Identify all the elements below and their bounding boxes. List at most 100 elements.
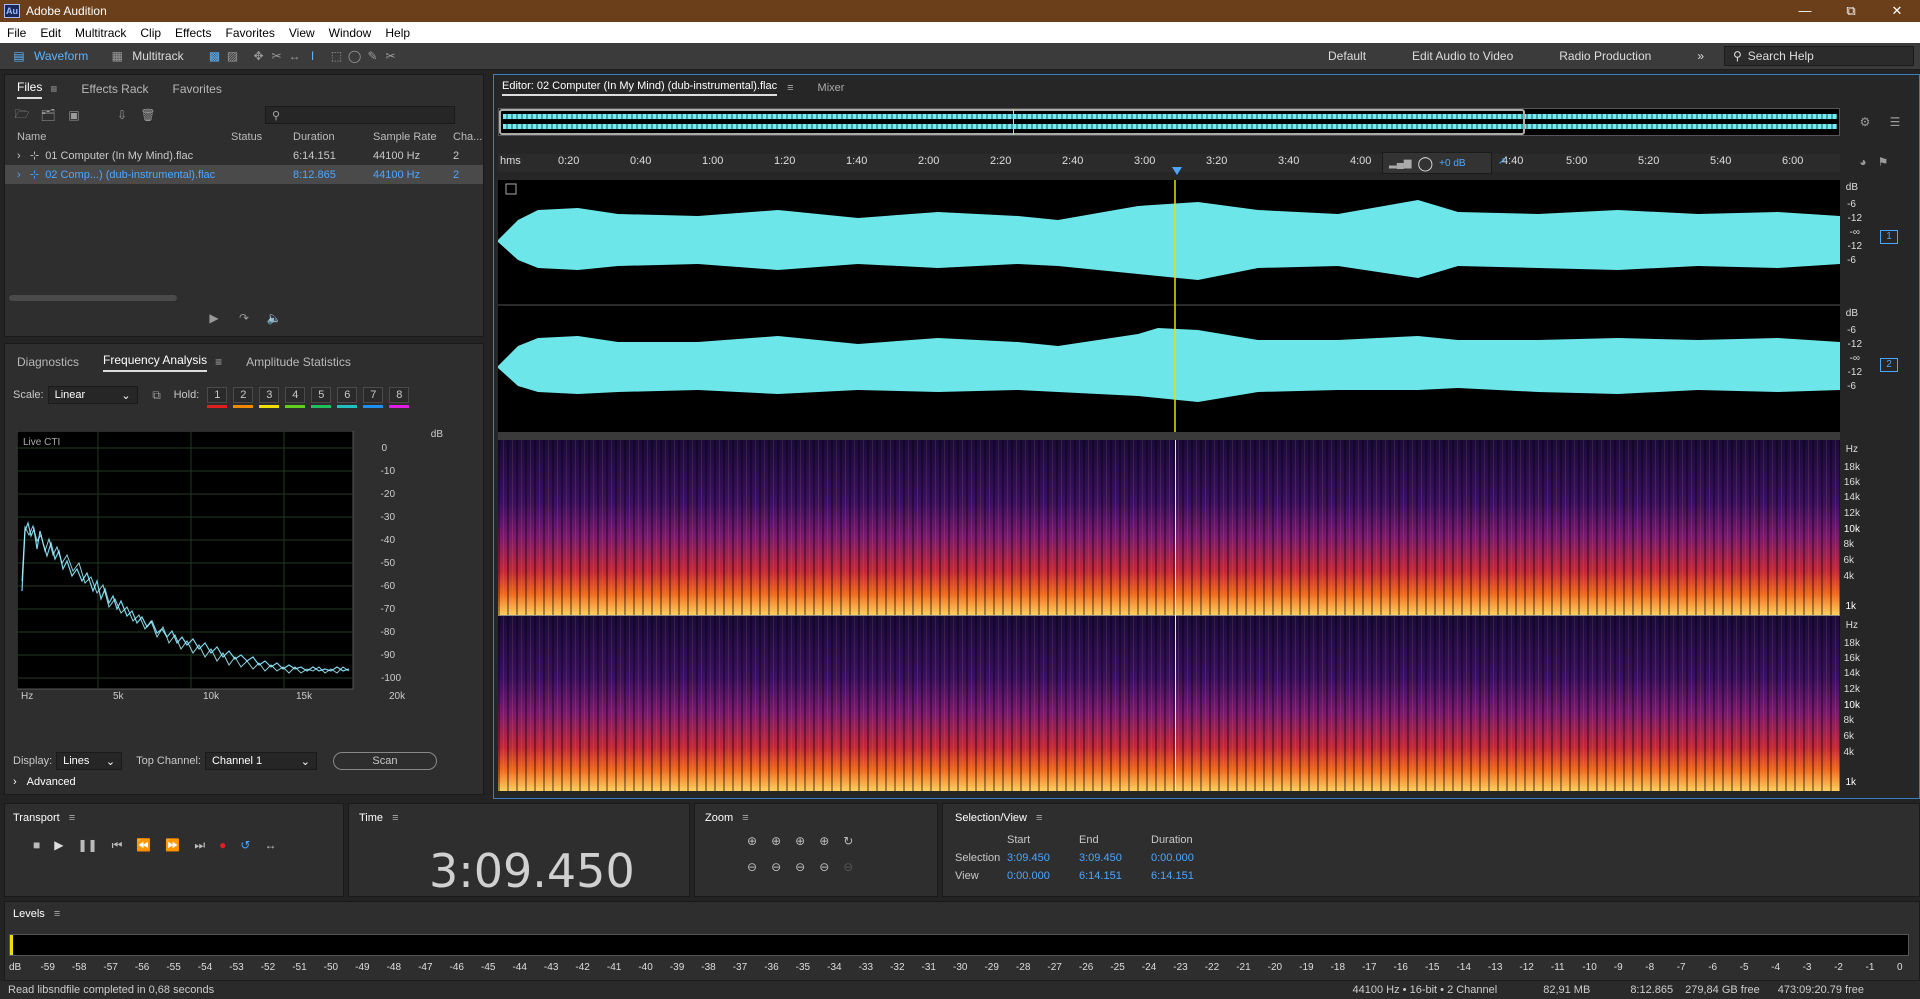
selection-start[interactable]: 3:09.450 xyxy=(1007,852,1079,864)
hold-button-4[interactable]: 4 xyxy=(285,387,306,408)
loop-preview-icon[interactable]: ↷ xyxy=(235,311,253,325)
marker-icon[interactable]: ⚑ xyxy=(1874,155,1892,169)
headphones-icon[interactable]: ◕ xyxy=(1854,155,1872,169)
marquee-tool-icon[interactable]: ⬚ xyxy=(328,49,346,63)
levels-menu-icon[interactable]: ≡ xyxy=(54,908,60,920)
transport-menu-icon[interactable]: ≡ xyxy=(69,812,75,824)
hold-button-6[interactable]: 6 xyxy=(337,387,358,408)
search-help-input[interactable]: ⚲ Search Help xyxy=(1724,46,1914,66)
spectral-display-icon[interactable]: ▩ xyxy=(206,49,224,63)
zoom-in-at-playhead-icon[interactable]: ⊕ xyxy=(795,834,805,848)
overview-view-handle[interactable] xyxy=(499,109,1525,135)
editor-menu-icon[interactable]: ≡ xyxy=(787,82,793,94)
col-name[interactable]: Name xyxy=(5,131,231,143)
scale-dropdown[interactable]: Linear ⌄ xyxy=(47,386,138,404)
spectral-display[interactable] xyxy=(498,440,1840,795)
hold-button-3[interactable]: 3 xyxy=(259,387,280,408)
file-row[interactable]: › ⊹ 01 Computer (In My Mind).flac 6:14.1… xyxy=(5,146,483,165)
time-selection-tool-icon[interactable]: I xyxy=(304,49,322,63)
zoom-menu-icon[interactable]: ≡ xyxy=(742,812,748,824)
hold-button-7[interactable]: 7 xyxy=(363,387,384,408)
panel-options-icon[interactable]: ☰ xyxy=(1886,115,1904,129)
workspace-default[interactable]: Default xyxy=(1328,49,1366,63)
waveform-display[interactable] xyxy=(498,180,1840,432)
view-start[interactable]: 0:00.000 xyxy=(1007,870,1079,882)
display-dropdown[interactable]: Lines ⌄ xyxy=(56,752,123,770)
col-status[interactable]: Status xyxy=(231,131,293,143)
col-sample-rate[interactable]: Sample Rate xyxy=(373,131,453,143)
open-file-icon[interactable]: 🗁 xyxy=(13,105,31,126)
workspace-edit-audio-to-video[interactable]: Edit Audio to Video xyxy=(1412,49,1513,63)
expand-chevron-icon[interactable]: › xyxy=(17,169,21,181)
editor-tab[interactable]: Editor: 02 Computer (In My Mind) (dub-in… xyxy=(502,80,778,96)
razor-tool-icon[interactable]: ✂ xyxy=(268,49,286,63)
insert-into-multitrack-icon[interactable]: ⇩ xyxy=(113,108,131,122)
menu-help[interactable]: Help xyxy=(378,26,417,40)
files-scrollbar[interactable] xyxy=(9,295,177,301)
multitrack-view-button[interactable]: ▦ Multitrack xyxy=(98,45,193,67)
spectral-divider[interactable] xyxy=(498,432,1840,440)
menu-file[interactable]: File xyxy=(0,26,33,40)
fast-forward-icon[interactable]: ⏩ xyxy=(165,838,180,853)
advanced-toggle[interactable]: › Advanced xyxy=(13,776,76,788)
menu-view[interactable]: View xyxy=(282,26,322,40)
expand-chevron-icon[interactable]: › xyxy=(17,150,21,162)
hold-button-5[interactable]: 5 xyxy=(311,387,332,408)
hold-copy-icon[interactable]: ⧉ xyxy=(148,388,166,403)
pause-icon[interactable]: ❚❚ xyxy=(77,838,97,853)
menu-multitrack[interactable]: Multitrack xyxy=(68,26,133,40)
zoom-in-time-icon[interactable]: ⊕ xyxy=(771,834,781,848)
view-duration[interactable]: 6:14.151 xyxy=(1151,870,1223,882)
slip-tool-icon[interactable]: ↔ xyxy=(286,49,304,63)
brush-tool-icon[interactable]: ✎ xyxy=(364,49,382,63)
zoom-to-selection-icon[interactable]: ⊖ xyxy=(843,860,853,874)
workspace-radio-production[interactable]: Radio Production xyxy=(1559,49,1651,63)
move-tool-icon[interactable]: ✥ xyxy=(250,49,268,63)
time-ruler[interactable]: hms 0:20 0:40 1:00 1:20 1:40 2:00 2:20 2… xyxy=(498,152,1840,174)
file-row-selected[interactable]: › ⊹ 02 Comp...) (dub-instrumental).flac … xyxy=(5,165,483,184)
channel-1-toggle[interactable]: 1 xyxy=(1880,230,1898,244)
zoom-in-amplitude-icon[interactable]: ⊕ xyxy=(747,834,757,848)
zoom-in-left-icon[interactable]: ⊕ xyxy=(819,834,829,848)
move-to-start-icon[interactable]: ⏮ xyxy=(112,838,123,853)
menu-window[interactable]: Window xyxy=(322,26,379,40)
tab-diagnostics[interactable]: Diagnostics xyxy=(17,355,79,369)
spot-healing-icon[interactable]: ✂ xyxy=(382,49,400,63)
waveform-view-button[interactable]: ▤ Waveform xyxy=(0,45,98,67)
menu-favorites[interactable]: Favorites xyxy=(219,26,282,40)
selection-menu-icon[interactable]: ≡ xyxy=(1036,812,1042,824)
menu-clip[interactable]: Clip xyxy=(133,26,168,40)
zoom-navigator-icon[interactable]: ⚙ xyxy=(1856,115,1874,129)
play-icon[interactable]: ▶ xyxy=(54,838,63,853)
loop-playback-icon[interactable]: ↺ xyxy=(240,838,250,853)
tab-files[interactable]: Files xyxy=(17,80,43,99)
import-file-icon[interactable]: 🗂 xyxy=(39,108,57,122)
more-workspaces-icon[interactable]: » xyxy=(1697,49,1704,63)
tab-effects-rack[interactable]: Effects Rack xyxy=(81,82,148,96)
lasso-tool-icon[interactable]: ◯ xyxy=(346,49,364,63)
hold-button-8[interactable]: 8 xyxy=(389,387,410,408)
volume-knob-icon[interactable]: ◯ xyxy=(1417,155,1433,172)
zoom-out-amplitude-icon[interactable]: ⊖ xyxy=(747,860,757,874)
files-menu-icon[interactable]: ≡ xyxy=(50,82,57,96)
hold-button-1[interactable]: 1 xyxy=(207,387,228,408)
record-icon[interactable]: ● xyxy=(219,838,226,853)
maximize-icon[interactable]: ⧉ xyxy=(1828,3,1874,19)
selection-end[interactable]: 3:09.450 xyxy=(1079,852,1151,864)
tab-favorites[interactable]: Favorites xyxy=(173,82,222,96)
skip-selection-icon[interactable]: ↔ xyxy=(264,838,276,853)
stop-icon[interactable]: ■ xyxy=(33,838,40,853)
hold-button-2[interactable]: 2 xyxy=(233,387,254,408)
delete-icon[interactable]: 🗑 xyxy=(139,108,157,122)
tab-frequency-analysis[interactable]: Frequency Analysis xyxy=(103,353,208,372)
view-end[interactable]: 6:14.151 xyxy=(1079,870,1151,882)
zoom-reset-icon[interactable]: ↻ xyxy=(843,834,853,848)
new-file-icon[interactable]: ▣ xyxy=(65,108,83,122)
tab-amplitude-statistics[interactable]: Amplitude Statistics xyxy=(246,355,351,369)
zoom-out-time-icon[interactable]: ⊖ xyxy=(771,860,781,874)
mixer-tab[interactable]: Mixer xyxy=(818,82,845,94)
pitch-display-icon[interactable]: ▨ xyxy=(224,49,242,63)
time-menu-icon[interactable]: ≡ xyxy=(392,812,398,824)
pin-icon[interactable]: ➚ xyxy=(1498,156,1506,167)
autoplay-speaker-icon[interactable]: 🔈 xyxy=(265,311,283,325)
